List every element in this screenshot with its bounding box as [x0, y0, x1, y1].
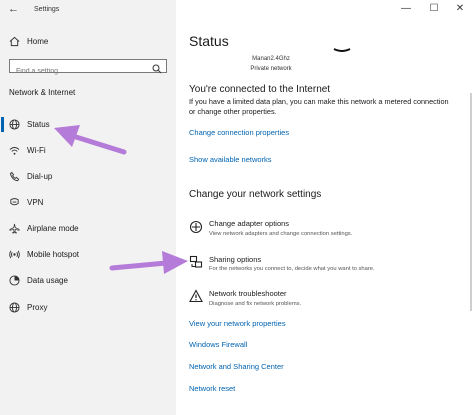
home-icon [8, 35, 20, 47]
sidebar-item-data-usage[interactable]: Data usage [0, 269, 176, 291]
close-button[interactable]: ✕ [450, 3, 470, 15]
sidebar-item-label: Proxy [27, 302, 48, 312]
warning-icon [189, 289, 203, 303]
connected-heading: You're connected to the Internet [189, 84, 331, 95]
scrollbar[interactable] [470, 93, 472, 311]
sidebar-item-mobile-hotspot[interactable]: Mobile hotspot [0, 243, 176, 265]
section-title: Network & Internet [9, 88, 76, 97]
hotspot-icon [8, 248, 20, 260]
sidebar-item-label: Mobile hotspot [27, 249, 80, 259]
network-sharing-center-link[interactable]: Network and Sharing Center [189, 362, 284, 371]
sidebar-item-home[interactable]: Home [0, 30, 176, 52]
network-name: Manan2.4Ghz [252, 56, 290, 62]
airplane-icon [8, 222, 20, 234]
sidebar-item-proxy[interactable]: Proxy [0, 296, 176, 318]
network-type: Private network [250, 66, 292, 72]
sidebar-item-dialup[interactable]: Dial-up [0, 165, 176, 187]
sidebar-item-status[interactable]: Status [0, 113, 176, 135]
sidebar-item-label: Status [27, 119, 50, 129]
view-network-properties-link[interactable]: View your network properties [189, 319, 286, 328]
sidebar-item-vpn[interactable]: VPN [0, 191, 176, 213]
maximize-button[interactable]: ☐ [424, 3, 444, 15]
option-description: View network adapters and change connect… [209, 231, 353, 237]
show-available-networks-link[interactable]: Show available networks [189, 155, 272, 164]
main-content: — ☐ ✕ Status Manan2.4Ghz Private network… [176, 0, 474, 415]
sidebar-item-label: Home [27, 36, 49, 46]
wifi-icon [8, 144, 20, 156]
sharing-icon [189, 255, 203, 268]
sidebar: ← Settings Home Network & Internet Statu… [0, 0, 176, 415]
window-title: Settings [34, 6, 60, 13]
adapter-icon [189, 220, 203, 234]
change-adapter-options-link[interactable]: Change adapter options [209, 219, 289, 228]
network-reset-link[interactable]: Network reset [189, 384, 235, 393]
sidebar-item-label: VPN [27, 197, 44, 207]
change-connection-properties-link[interactable]: Change connection properties [189, 128, 289, 137]
sidebar-item-label: Airplane mode [27, 223, 79, 233]
title-bar: ← Settings [0, 0, 176, 20]
search-box[interactable] [9, 59, 167, 78]
sidebar-item-wifi[interactable]: Wi-Fi [0, 139, 176, 161]
minimize-button[interactable]: — [396, 3, 416, 15]
vpn-icon [8, 196, 20, 208]
option-description: Diagnose and fix network problems. [209, 301, 302, 307]
sidebar-item-label: Wi-Fi [27, 145, 46, 155]
search-input[interactable] [10, 65, 156, 78]
sidebar-item-label: Dial-up [27, 171, 53, 181]
search-icon[interactable] [152, 61, 162, 74]
sidebar-item-airplane-mode[interactable]: Airplane mode [0, 217, 176, 239]
network-signal-icon [333, 48, 351, 52]
sharing-options-link[interactable]: Sharing options [209, 255, 261, 264]
option-description: For the networks you connect to, decide … [209, 266, 375, 272]
sidebar-item-label: Data usage [27, 275, 68, 285]
connected-description: If you have a limited data plan, you can… [189, 97, 449, 116]
globe-icon [8, 118, 20, 130]
change-settings-heading: Change your network settings [189, 189, 322, 200]
network-troubleshooter-link[interactable]: Network troubleshooter [209, 289, 287, 298]
phone-icon [8, 170, 20, 182]
windows-firewall-link[interactable]: Windows Firewall [189, 340, 247, 349]
globe-icon [8, 301, 20, 313]
page-title: Status [189, 33, 229, 49]
data-usage-icon [8, 274, 20, 286]
back-button[interactable]: ← [8, 3, 19, 15]
